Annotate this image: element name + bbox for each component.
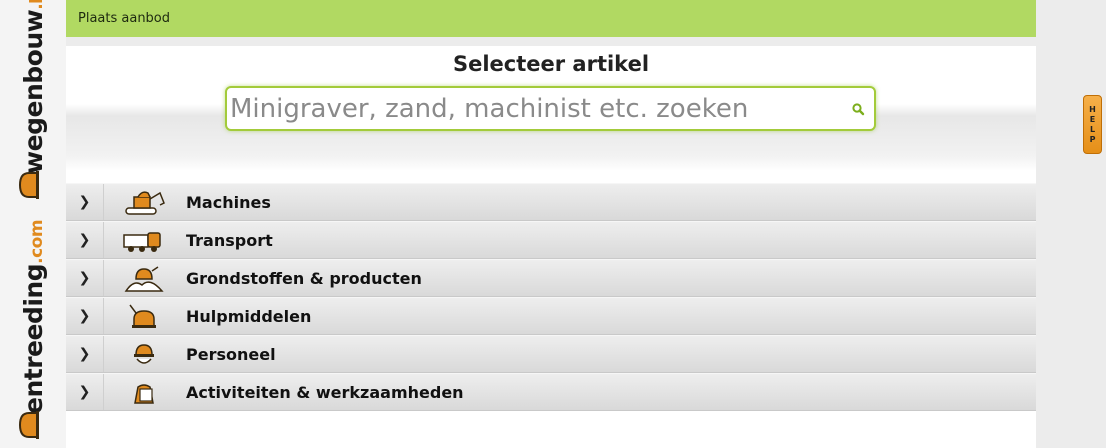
truck-icon	[104, 222, 184, 258]
category-label: Personeel	[186, 344, 276, 364]
search-input[interactable]	[230, 91, 840, 126]
brand-sidebar: entreeding.com wegenbouw.be	[0, 0, 66, 448]
place-offer-link[interactable]: Plaats aanbod	[78, 11, 170, 26]
helmet-logo-icon	[18, 411, 48, 440]
chevron-right-icon: ❯	[66, 298, 104, 334]
top-bar: Plaats aanbod	[66, 0, 1036, 37]
help-tab[interactable]: H E L P	[1083, 95, 1102, 154]
chevron-right-icon: ❯	[66, 222, 104, 258]
help-letter: P	[1089, 134, 1096, 144]
help-letter: L	[1089, 124, 1096, 134]
category-transport[interactable]: ❯ Transport	[66, 221, 1036, 259]
category-activiteiten[interactable]: ❯ Activiteiten & werkzaamheden	[66, 373, 1036, 411]
help-letter: H	[1089, 104, 1096, 114]
search-title: Selecteer artikel	[452, 52, 650, 76]
brand-logo[interactable]: entreeding.com wegenbouw.be	[18, 0, 48, 440]
activity-icon	[104, 374, 184, 410]
chevron-right-icon: ❯	[66, 260, 104, 296]
worker-icon	[104, 336, 184, 372]
category-label: Machines	[186, 192, 271, 212]
category-label: Activiteiten & werkzaamheden	[186, 382, 464, 402]
search-icon[interactable]	[851, 101, 865, 116]
category-label: Hulpmiddelen	[186, 306, 312, 326]
chevron-right-icon: ❯	[66, 184, 104, 220]
excavator-icon	[104, 184, 184, 220]
category-personeel[interactable]: ❯ Personeel	[66, 335, 1036, 373]
category-grondstoffen[interactable]: ❯ Grondstoffen & producten	[66, 259, 1036, 297]
help-letter: E	[1089, 114, 1096, 124]
divider	[66, 37, 1036, 46]
main-panel: Plaats aanbod Selecteer artikel ❯ Machin…	[66, 0, 1036, 448]
chevron-right-icon: ❯	[66, 374, 104, 410]
brand-name-primary: entreeding.com	[18, 219, 48, 414]
category-label: Grondstoffen & producten	[186, 268, 422, 288]
brand-name-secondary: wegenbouw.be	[18, 0, 48, 174]
tools-icon	[104, 298, 184, 334]
category-list: ❯ Machines ❯ Transport ❯ Grondstoffen & …	[66, 183, 1036, 411]
search-section: Selecteer artikel	[66, 46, 1036, 171]
category-label: Transport	[186, 230, 273, 250]
category-machines[interactable]: ❯ Machines	[66, 183, 1036, 221]
sand-pile-icon	[104, 260, 184, 296]
helmet-logo-icon	[18, 170, 48, 200]
search-box[interactable]	[225, 86, 876, 131]
category-hulpmiddelen[interactable]: ❯ Hulpmiddelen	[66, 297, 1036, 335]
chevron-right-icon: ❯	[66, 336, 104, 372]
